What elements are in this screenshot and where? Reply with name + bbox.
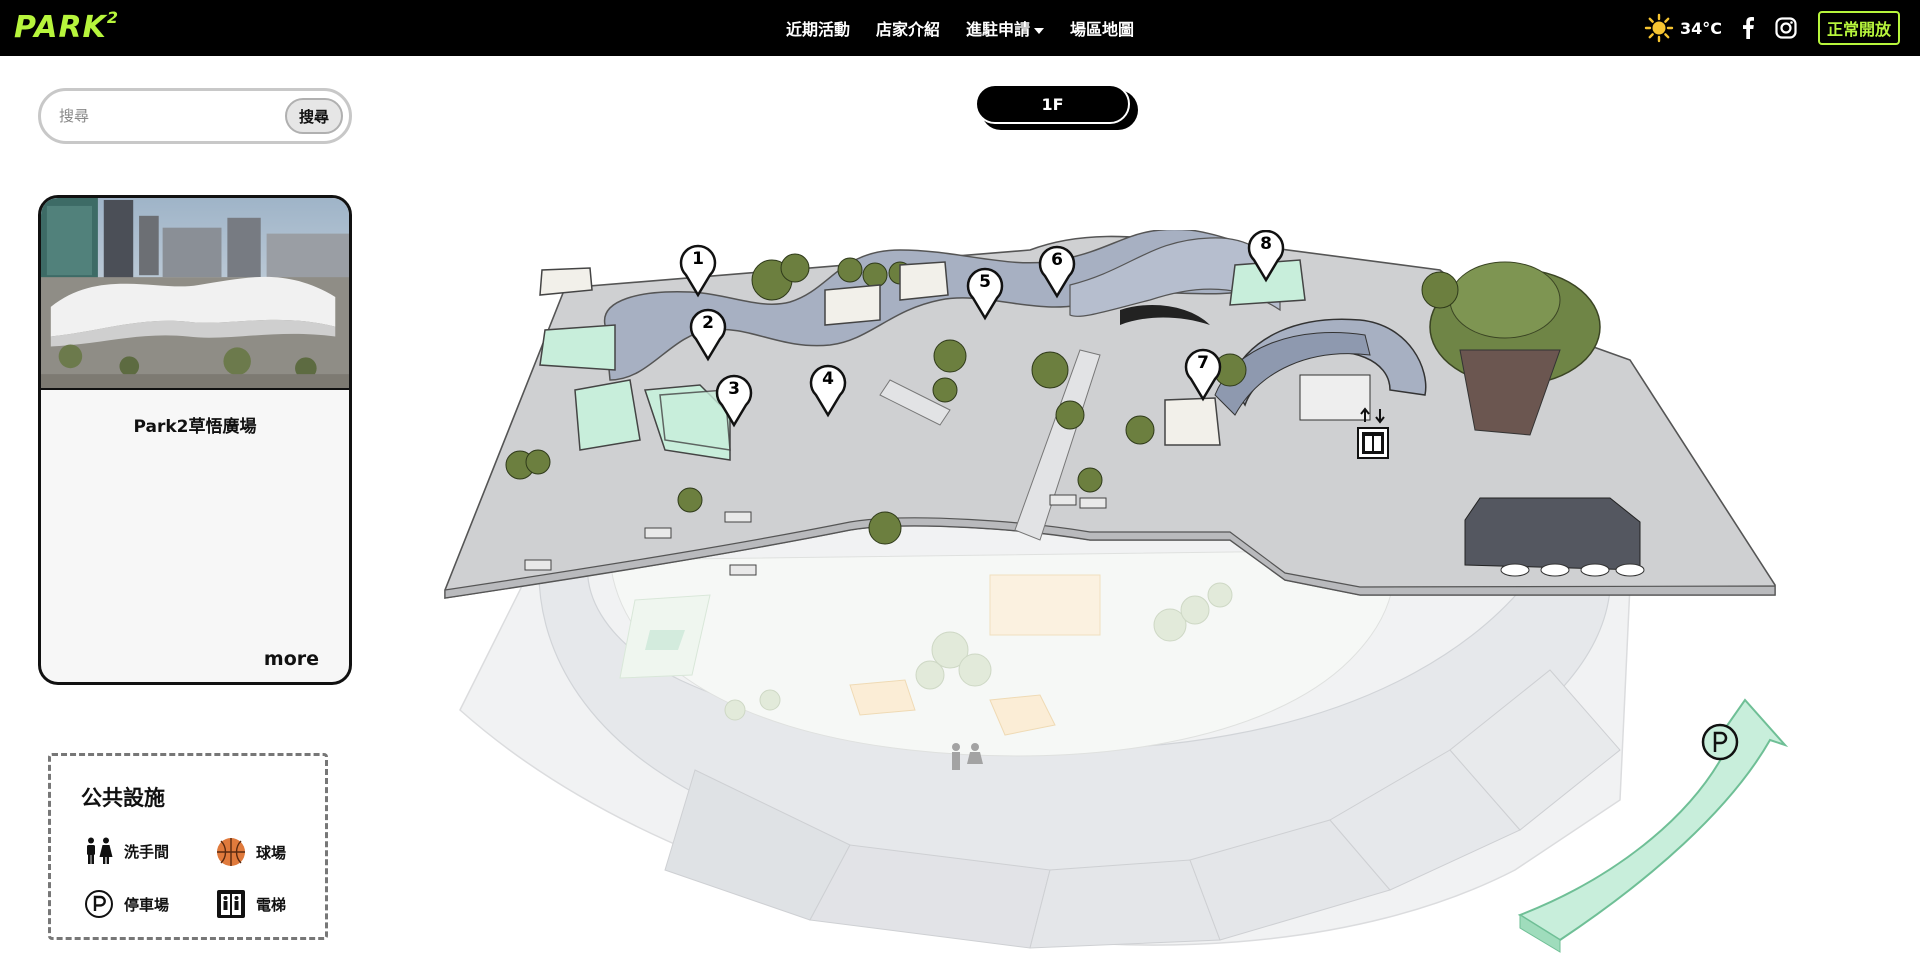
facility-elevator[interactable]: 電梯 (216, 889, 286, 919)
sun-icon (1644, 13, 1674, 43)
svg-text:2: 2 (702, 313, 714, 333)
more-link[interactable]: more (264, 648, 319, 670)
nav-apply-label: 進駐申請 (966, 20, 1031, 39)
facility-court[interactable]: 球場 (216, 837, 286, 867)
park2-logo[interactable]: PARK2 (14, 8, 119, 45)
weather-widget: 34°C (1644, 13, 1722, 43)
nav-apply[interactable]: 進駐申請 (966, 16, 1045, 40)
floor-map: 1 2 3 4 5 6 7 8 (444, 230, 1789, 953)
basketball-icon (217, 838, 245, 866)
svg-text:1: 1 (692, 249, 704, 269)
facebook-icon[interactable] (1736, 16, 1760, 40)
svg-text:3: 3 (728, 379, 740, 399)
facility-court-label: 球場 (256, 843, 287, 862)
venue-name: Park2草悟廣場 (133, 417, 257, 437)
search-input[interactable] (59, 103, 289, 129)
facility-parking[interactable]: 停車場 (84, 889, 169, 919)
open-status-badge: 正常開放 (1817, 11, 1900, 45)
top-nav-bar: PARK2 近期活動 店家介紹 進駐申請 場區地圖 34°C 正常開放 (0, 0, 1920, 56)
facility-parking-label: 停車場 (124, 895, 170, 914)
svg-text:5: 5 (979, 272, 991, 292)
facility-restroom[interactable]: 洗手間 (84, 837, 169, 865)
nav-events[interactable]: 近期活動 (786, 16, 850, 40)
header-right: 34°C 正常開放 (1644, 0, 1900, 56)
venue-card[interactable]: Park2草悟廣場 more (38, 195, 352, 685)
svg-text:7: 7 (1197, 353, 1209, 373)
svg-text:4: 4 (822, 369, 834, 389)
search-button[interactable]: 搜尋 (285, 98, 343, 134)
svg-text:6: 6 (1051, 250, 1063, 270)
facility-restroom-label: 洗手間 (124, 842, 170, 861)
facilities-title: 公共設施 (81, 786, 165, 810)
floor-selector[interactable]: 1F (975, 84, 1130, 124)
chevron-down-icon (1034, 27, 1045, 34)
logo-text: PARK (14, 10, 107, 45)
svg-text:8: 8 (1260, 234, 1272, 254)
search-box: 搜尋 (38, 88, 352, 144)
venue-photo (41, 198, 349, 390)
facility-elevator-label: 電梯 (256, 895, 287, 914)
nav-stores[interactable]: 店家介紹 (876, 16, 940, 40)
parking-icon (85, 890, 113, 918)
restroom-icon (87, 837, 113, 864)
instagram-icon[interactable] (1774, 16, 1798, 40)
nav-map[interactable]: 場區地圖 (1070, 16, 1134, 40)
logo-superscript: 2 (106, 8, 119, 27)
elevator-icon (217, 890, 245, 918)
public-facilities-legend: 公共設施 洗手間 球場 停車場 電梯 (48, 753, 328, 940)
main-nav: 近期活動 店家介紹 進駐申請 場區地圖 (786, 0, 1134, 56)
temperature-text: 34°C (1679, 18, 1722, 38)
